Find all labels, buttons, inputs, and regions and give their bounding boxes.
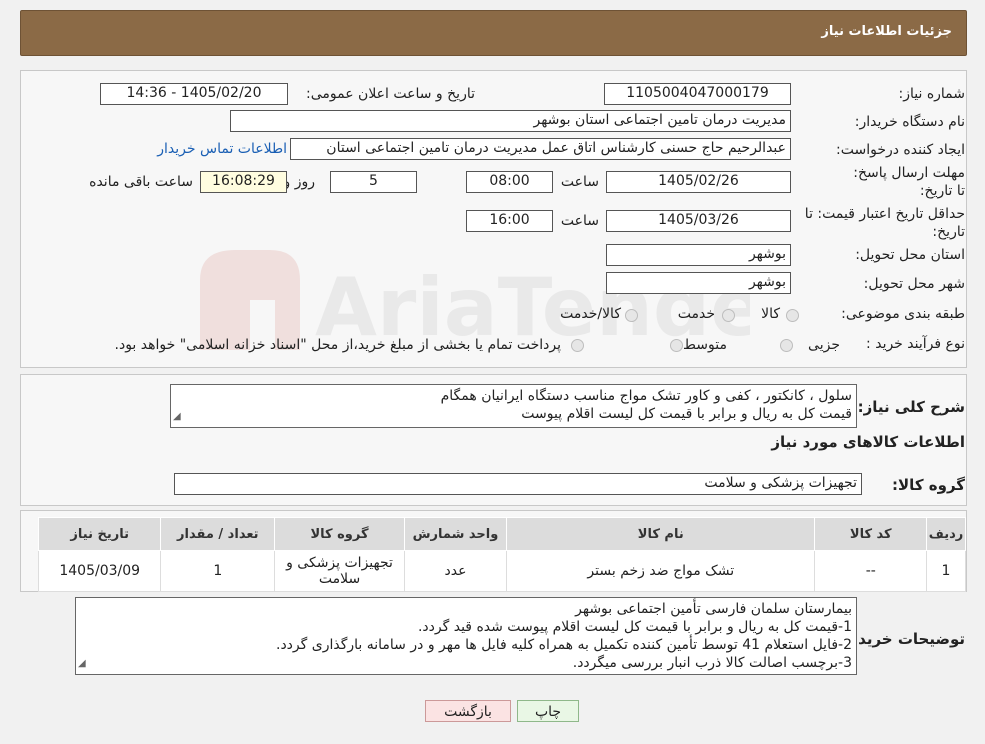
cell-group: تجهیزات پزشکی و سلامت: [274, 550, 405, 592]
validity-time-field: 16:00: [466, 210, 553, 232]
reply-date-field: 1405/02/26: [606, 171, 791, 193]
summary-line-2: قیمت کل به ریال و برابر با قیمت کل لیست …: [521, 406, 852, 422]
table-header-row: ردیف کد کالا نام کالا واحد شمارش گروه کا…: [37, 517, 966, 551]
category-goods-radio[interactable]: [786, 309, 799, 322]
notes-line-4: 3-برچسب اصالت کالا ذرب انبار بررسی میگرد…: [572, 655, 852, 671]
requester-field: عبدالرحیم حاج حسنی کارشناس اتاق عمل مدیر…: [290, 138, 791, 160]
page-title: جزئیات اطلاعات نیاز: [821, 24, 952, 39]
city-field: بوشهر: [606, 272, 791, 294]
province-label: استان محل تحویل:: [855, 247, 965, 263]
buyer-notes-textarea[interactable]: بیمارستان سلمان فارسی تأمین اجتماعی بوشه…: [75, 597, 857, 675]
days-label: روز و: [283, 174, 316, 190]
notes-line-1: بیمارستان سلمان فارسی تأمین اجتماعی بوشه…: [575, 601, 852, 617]
category-service-label: خدمت: [677, 306, 715, 322]
category-goods-label: کالا: [761, 306, 780, 322]
col-date: تاریخ نیاز: [37, 517, 162, 551]
notes-line-2: 1-قیمت کل به ریال و برابر با قیمت کل لیس…: [417, 619, 852, 635]
cell-unit: عدد: [403, 550, 508, 592]
items-table: ردیف کد کالا نام کالا واحد شمارش گروه کا…: [37, 517, 966, 592]
resize-grip-icon[interactable]: ◢: [173, 408, 181, 426]
buyer-notes-label: توضیحات خریدار:: [838, 630, 965, 648]
page-header: جزئیات اطلاعات نیاز: [20, 10, 967, 56]
print-button[interactable]: چاپ: [517, 700, 579, 722]
category-service-radio[interactable]: [722, 309, 735, 322]
city-label: شهر محل تحویل:: [863, 276, 965, 292]
buyer-org-field: مدیریت درمان تامین اجتماعی استان بوشهر: [230, 110, 791, 132]
resize-grip-icon[interactable]: ◢: [78, 655, 86, 673]
validity-time-label: ساعت: [560, 213, 599, 229]
goods-group-label: گروه کالا:: [892, 476, 965, 494]
cell-row: 1: [926, 550, 966, 592]
summary-line-1: سلول ، کانکتور ، کفی و کاور تشک مواج منا…: [440, 388, 852, 404]
back-button[interactable]: بازگشت: [425, 700, 511, 722]
announce-label: تاریخ و ساعت اعلان عمومی:: [306, 86, 475, 102]
process-minor-radio[interactable]: [780, 339, 793, 352]
category-goods-service-radio[interactable]: [625, 309, 638, 322]
col-row: ردیف: [926, 517, 966, 551]
goods-info-title: اطلاعات کالاهای مورد نیاز: [771, 433, 965, 451]
col-name: نام کالا: [506, 517, 816, 551]
col-group: گروه کالا: [274, 517, 405, 551]
remaining-label: ساعت باقی مانده: [89, 174, 193, 190]
category-label: طبقه بندی موضوعی:: [841, 306, 965, 322]
process-medium-label: متوسط: [683, 337, 727, 353]
days-field: 5: [330, 171, 417, 193]
need-number-field: 1105004047000179: [604, 83, 791, 105]
process-treasury-checkbox[interactable]: [571, 339, 584, 352]
summary-label: شرح کلی نیاز:: [857, 398, 965, 416]
cell-qty: 1: [160, 550, 276, 592]
remaining-time-field: 16:08:29: [200, 171, 287, 193]
cell-date: 1405/03/09: [37, 550, 162, 592]
process-medium-radio[interactable]: [670, 339, 683, 352]
need-number-label: شماره نیاز:: [898, 86, 966, 102]
requester-label: ایجاد کننده درخواست:: [836, 142, 965, 158]
category-goods-service-label: کالا/خدمت: [560, 306, 621, 322]
process-note: پرداخت تمام یا بخشی از مبلغ خرید،از محل …: [114, 337, 561, 353]
col-unit: واحد شمارش: [403, 517, 508, 551]
validity-date-field: 1405/03/26: [606, 210, 791, 232]
table-row: 1 -- تشک مواج ضد زخم بستر عدد تجهیزات پز…: [37, 550, 966, 592]
cell-name: تشک مواج ضد زخم بستر: [506, 550, 816, 592]
col-qty: تعداد / مقدار: [160, 517, 276, 551]
goods-group-field: تجهیزات پزشکی و سلامت: [174, 473, 862, 495]
reply-time-label: ساعت: [560, 174, 599, 190]
notes-line-3: 2-فایل استعلام 41 توسط تأمین کننده تکمیل…: [276, 637, 852, 653]
announce-field: 1405/02/20 - 14:36: [100, 83, 288, 105]
validity-label: حداقل تاریخ اعتبار قیمت: تا تاریخ:: [804, 206, 965, 240]
buyer-org-label: نام دستگاه خریدار:: [854, 114, 965, 130]
summary-textarea[interactable]: سلول ، کانکتور ، کفی و کاور تشک مواج منا…: [170, 384, 857, 428]
process-minor-label: جزیی: [808, 337, 840, 353]
province-field: بوشهر: [606, 244, 791, 266]
col-code: کد کالا: [814, 517, 928, 551]
reply-deadline-label: مهلت ارسال پاسخ: تا تاریخ:: [853, 165, 965, 199]
reply-time-field: 08:00: [466, 171, 553, 193]
cell-code: --: [814, 550, 928, 592]
process-label: نوع فرآیند خرید :: [866, 336, 965, 352]
buyer-contact-link[interactable]: اطلاعات تماس خریدار: [157, 141, 287, 157]
